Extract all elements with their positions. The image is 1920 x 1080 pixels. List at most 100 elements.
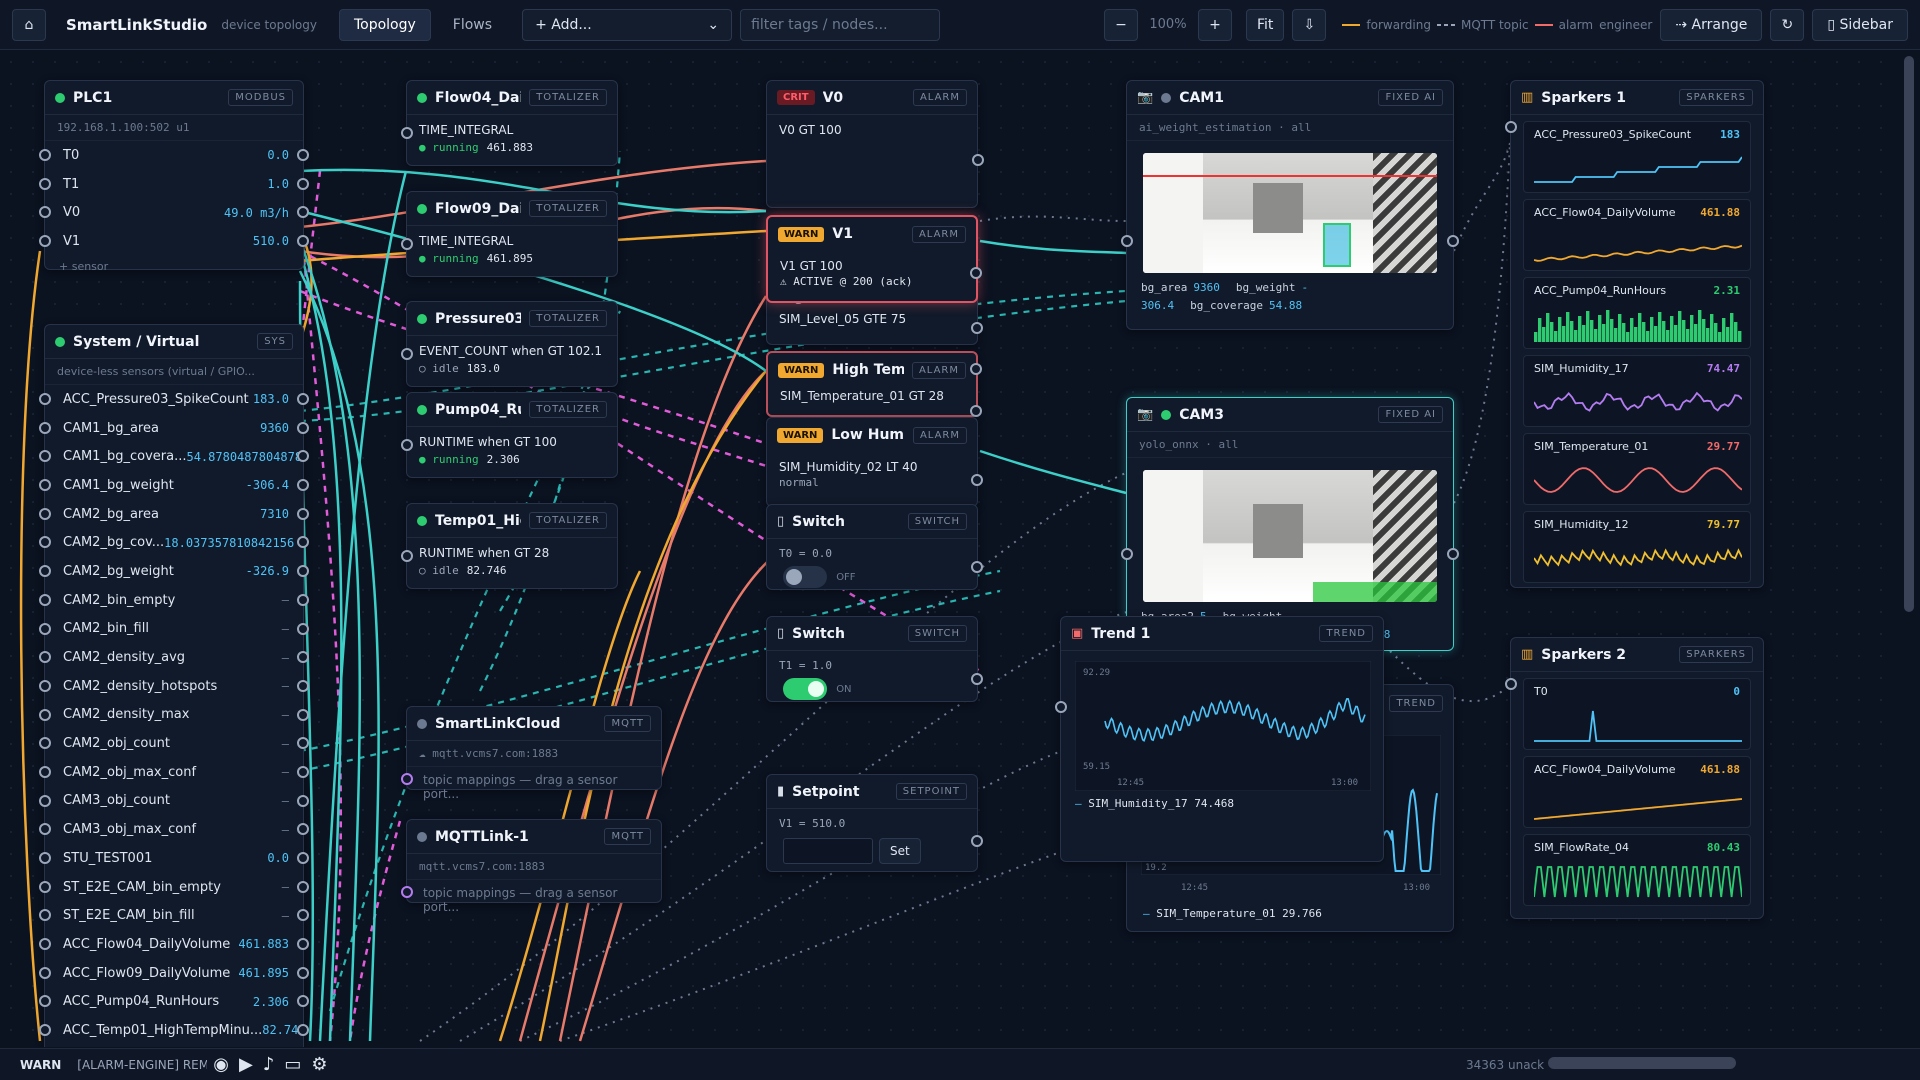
output-port[interactable] <box>297 880 309 893</box>
output-port[interactable] <box>1447 548 1459 560</box>
output-port[interactable] <box>297 765 309 778</box>
output-port[interactable] <box>297 679 309 692</box>
output-port[interactable] <box>297 708 309 721</box>
system-header[interactable]: System / Virtual SYS <box>45 325 303 359</box>
input-port[interactable] <box>39 177 51 190</box>
sparkline-item[interactable]: ACC_Pump04_RunHours 2.31 <box>1523 277 1751 349</box>
plc1-header[interactable]: PLC1 MODBUS <box>45 81 303 115</box>
zoom-out-button[interactable]: − <box>1103 8 1138 41</box>
topology-canvas[interactable]: PLC1 MODBUS 192.168.1.100:502 u1 T0 0.0 T1… <box>0 51 1902 1047</box>
alarm-header[interactable]: CRIT V0 ALARM <box>767 81 977 115</box>
fit-button[interactable]: Fit <box>1245 8 1285 41</box>
input-port[interactable] <box>401 550 413 562</box>
input-port[interactable] <box>39 909 51 922</box>
input-port[interactable] <box>401 127 413 139</box>
input-port[interactable] <box>39 149 51 161</box>
output-port[interactable] <box>297 794 309 807</box>
mqtt-header[interactable]: MQTTLink-1 MQTT <box>407 820 661 854</box>
system-port-row[interactable]: CAM1_bg_area 9360 <box>39 414 309 443</box>
input-port[interactable] <box>39 622 51 635</box>
output-port[interactable] <box>970 267 982 279</box>
output-port[interactable] <box>971 322 983 334</box>
input-port[interactable] <box>39 794 51 807</box>
camera-preview[interactable] <box>1143 153 1437 273</box>
mqtt-topic-hint[interactable]: topic mappings — drag a sensor port... <box>401 880 661 920</box>
add-sensor-link[interactable]: + sensor <box>45 256 303 277</box>
input-port[interactable] <box>39 235 51 248</box>
alarm-v0-output-port[interactable] <box>972 154 984 166</box>
microphone-icon[interactable]: ♪ <box>263 1054 275 1075</box>
system-port-row[interactable]: ST_E2E_CAM_bin_empty – <box>39 873 309 902</box>
system-port-row[interactable]: ACC_Pump04_RunHours 2.306 <box>39 987 309 1016</box>
input-port[interactable] <box>1121 235 1133 247</box>
mqtt-port[interactable] <box>401 886 413 898</box>
horizontal-scrollbar[interactable] <box>1548 1057 1736 1069</box>
switch-node-t0[interactable]: ▯ Switch SWITCH T0 = 0.0 OFF <box>766 504 983 590</box>
sidebar-toggle-button[interactable]: ▯ Sidebar <box>1812 8 1908 41</box>
arrange-button[interactable]: ⇢ Arrange <box>1660 8 1763 41</box>
input-port[interactable] <box>39 565 51 578</box>
system-virtual-node[interactable]: System / Virtual SYS device-less sensors… <box>39 324 309 1047</box>
totalizer-node[interactable]: Pump04_Run... TOTALIZER RUNTIME when GT 10… <box>401 392 618 478</box>
system-port-row[interactable]: CAM2_bg_area 7310 <box>39 500 309 529</box>
output-port[interactable] <box>297 479 309 492</box>
mqtt-node-mqttlink-1[interactable]: MQTTLink-1 MQTT mqtt.vcms7.com:1883 topi… <box>401 819 662 914</box>
input-port[interactable] <box>401 348 413 360</box>
input-port[interactable] <box>39 765 51 778</box>
system-port-row[interactable]: ACC_Temp01_HighTempMinu... 82.746 <box>39 1016 309 1045</box>
output-port[interactable] <box>970 405 982 417</box>
totalizer-node[interactable]: Pressure03_S... TOTALIZER EVENT_COUNT when… <box>401 301 618 387</box>
input-port[interactable] <box>39 507 51 520</box>
tab-topology[interactable]: Topology <box>338 8 431 41</box>
input-port[interactable] <box>39 852 51 864</box>
totalizer-node[interactable]: Temp01_High... TOTALIZER RUNTIME when GT 2… <box>401 503 618 589</box>
system-port-row[interactable]: ST_E2E_CAM_bin_fill – <box>39 901 309 930</box>
plc1-port-row[interactable]: V0 49.0 m3/h <box>39 198 309 227</box>
input-port[interactable] <box>39 880 51 893</box>
setpoint-node[interactable]: ▮ Setpoint SETPOINT V1 = 510.0 Set <box>766 774 983 872</box>
input-port[interactable] <box>39 679 51 692</box>
log-message[interactable]: [ALARM-ENGINE] REM... <box>77 1058 207 1072</box>
system-port-row[interactable]: ACC_Flow04_DailyVolume 461.883 <box>39 930 309 959</box>
switch-header[interactable]: ▯ Switch SWITCH <box>767 505 977 539</box>
totalizer-header[interactable]: Pressure03_S... TOTALIZER <box>407 302 617 336</box>
switch-header[interactable]: ▯ Switch SWITCH <box>767 617 977 651</box>
alarm-node-v1[interactable]: WARN V1 ALARM V1 GT 100 ⚠ ACTIVE @ 200 (… <box>766 215 982 303</box>
switch-toggle[interactable] <box>783 566 827 588</box>
input-port[interactable] <box>39 450 51 463</box>
input-port[interactable] <box>39 651 51 664</box>
sparkline-item[interactable]: SIM_FlowRate_04 80.43 <box>1523 834 1751 906</box>
alarm-node-v0[interactable]: CRIT V0 ALARM V0 GT 100 <box>766 80 978 208</box>
system-port-row[interactable]: CAM3_obj_max_conf – <box>39 815 309 844</box>
plc1-port-row[interactable]: T1 1.0 <box>39 170 309 199</box>
output-port[interactable] <box>1447 235 1459 247</box>
output-port[interactable] <box>970 363 982 375</box>
system-port-row[interactable]: CAM2_bg_weight -326.9 <box>39 557 309 586</box>
alarm-node-low-humidity[interactable]: WARN Low Humi... ALARM SIM_Humidity_02 L… <box>766 417 983 507</box>
input-port[interactable] <box>39 938 51 951</box>
totalizer-header[interactable]: Flow04_Daily... TOTALIZER <box>407 81 617 115</box>
system-port-row[interactable]: CAM1_bg_weight -306.4 <box>39 471 309 500</box>
output-port[interactable] <box>297 149 309 161</box>
input-port[interactable] <box>39 421 51 434</box>
refresh-button[interactable]: ↻ <box>1770 8 1805 41</box>
camera-preview[interactable] <box>1143 470 1437 602</box>
trend-header[interactable]: ▣ Trend 1 TREND <box>1061 617 1383 651</box>
alarm-header[interactable]: WARN V1 ALARM <box>768 217 976 251</box>
output-port[interactable] <box>297 235 309 248</box>
system-port-row[interactable]: CAM2_density_max – <box>39 701 309 730</box>
output-port[interactable] <box>297 393 309 405</box>
set-button[interactable]: Set <box>879 838 921 864</box>
totalizer-header[interactable]: Temp01_High... TOTALIZER <box>407 504 617 538</box>
input-port[interactable] <box>39 593 51 606</box>
system-port-row[interactable]: CAM2_density_hotspots – <box>39 672 309 701</box>
system-port-row[interactable]: CAM2_density_avg – <box>39 643 309 672</box>
switch-toggle[interactable] <box>783 678 827 700</box>
setpoint-input[interactable] <box>783 838 873 864</box>
input-port[interactable] <box>39 393 51 405</box>
plc1-node[interactable]: PLC1 MODBUS 192.168.1.100:502 u1 T0 0.0 T1… <box>39 80 309 273</box>
camera-node-cam3[interactable]: 📷 CAM3 FIXED AI yolo_onnx · all bg_area2… <box>1121 397 1459 651</box>
camera-header[interactable]: 📷 CAM1 FIXED AI <box>1127 81 1453 115</box>
home-button[interactable]: ⌂ <box>12 8 46 41</box>
mqtt-topic-hint[interactable]: topic mappings — drag a sensor port... <box>401 767 661 807</box>
